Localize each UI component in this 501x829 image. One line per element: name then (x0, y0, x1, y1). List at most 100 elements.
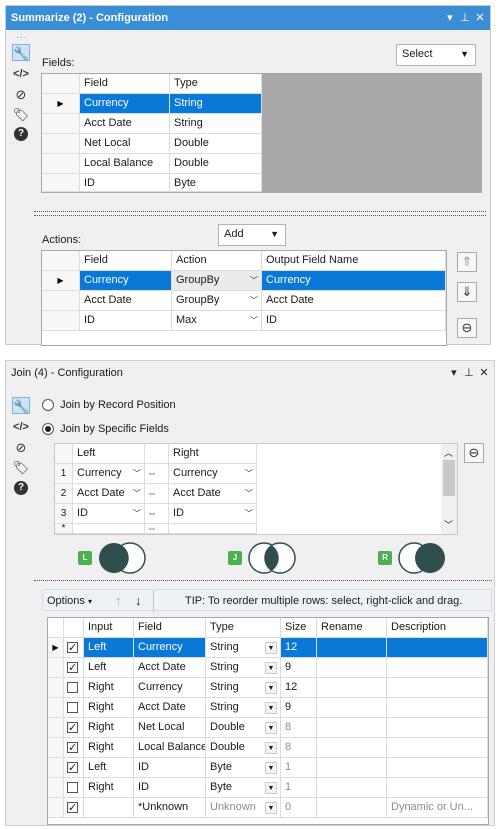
actions-cell-action[interactable]: Max ﹀ (172, 311, 262, 331)
output-cell-input[interactable]: Right (84, 678, 134, 698)
output-cell-type[interactable]: String ▼ (206, 638, 281, 658)
output-cell-field[interactable]: Local Balance (134, 738, 206, 758)
tag-icon[interactable]: 🏷 (12, 106, 30, 123)
output-select-checkbox[interactable] (64, 758, 84, 778)
output-cell-desc[interactable] (387, 738, 488, 758)
output-header-desc[interactable]: Description (387, 618, 488, 638)
output-cell-type[interactable]: String ▼ (206, 678, 281, 698)
join-header-left[interactable]: Left (73, 444, 145, 464)
join-grid-scrollbar[interactable]: ︿ ﹀ (441, 444, 457, 534)
fields-cell-field[interactable]: ID (80, 174, 170, 192)
output-cell-field[interactable]: ID (134, 758, 206, 778)
output-cell-size[interactable]: 9 (281, 658, 317, 678)
output-cell-input[interactable]: Left (84, 758, 134, 778)
output-cell-input[interactable]: Left (84, 638, 134, 658)
compass-icon[interactable]: ⊘ (12, 439, 30, 456)
output-cell-desc[interactable]: Dynamic or Un... (387, 798, 488, 818)
output-cell-field[interactable]: Acct Date (134, 698, 206, 718)
scroll-thumb[interactable] (443, 460, 455, 496)
join-left-select[interactable]: ﹀ (73, 524, 145, 534)
venn-join-output[interactable]: J (228, 541, 308, 575)
code-icon[interactable]: </> (12, 66, 30, 83)
output-cell-input[interactable]: Right (84, 778, 134, 798)
output-cell-field[interactable]: Acct Date (134, 658, 206, 678)
join-left-select[interactable]: Acct Date ﹀ (73, 484, 145, 504)
fields-cell-field[interactable]: Local Balance (80, 154, 170, 174)
output-cell-field[interactable]: *Unknown (134, 798, 206, 818)
join-right-select[interactable]: ID ﹀ (169, 504, 257, 524)
remove-button[interactable]: ⊖ (457, 318, 477, 338)
output-header-input[interactable]: Input (84, 618, 134, 638)
tag-icon[interactable]: 🏷 (12, 459, 30, 476)
dropdown-icon[interactable]: ▾ (444, 6, 456, 30)
output-cell-type[interactable]: String ▼ (206, 698, 281, 718)
output-cell-size[interactable]: 9 (281, 698, 317, 718)
swap-arrows-icon[interactable]: ⇔ (145, 524, 169, 534)
add-dropdown[interactable]: Add ▼ (218, 224, 286, 246)
join-right-select[interactable]: ﹀ (169, 524, 257, 534)
output-cell-type[interactable]: Byte ▼ (206, 758, 281, 778)
output-select-checkbox[interactable] (64, 718, 84, 738)
swap-arrows-icon[interactable]: ⇔ (145, 504, 169, 524)
move-up-arrow-icon[interactable]: ↑ (115, 590, 122, 612)
chevron-down-icon[interactable]: ▼ (265, 802, 277, 814)
fields-cell-type[interactable]: Double (170, 134, 262, 154)
output-cell-size[interactable]: 12 (281, 638, 317, 658)
output-cell-input[interactable]: Right (84, 718, 134, 738)
output-cell-size[interactable]: 1 (281, 778, 317, 798)
scroll-down-icon[interactable]: ﹀ (444, 518, 453, 531)
actions-header-field[interactable]: Field (80, 251, 172, 271)
output-cell-type[interactable]: Unknown ▼ (206, 798, 281, 818)
move-up-button[interactable]: ⇑ (457, 252, 477, 272)
pin-icon[interactable]: ⊥ (463, 361, 475, 385)
output-cell-desc[interactable] (387, 758, 488, 778)
fields-cell-type[interactable]: String (170, 94, 262, 114)
output-select-checkbox[interactable] (64, 678, 84, 698)
fields-cell-type[interactable]: String (170, 114, 262, 134)
output-header-rename[interactable]: Rename (317, 618, 387, 638)
output-select-checkbox[interactable] (64, 798, 84, 818)
output-cell-desc[interactable] (387, 638, 488, 658)
actions-cell-action[interactable]: GroupBy ﹀ (172, 271, 262, 291)
chevron-down-icon[interactable]: ▼ (265, 682, 277, 694)
output-cell-rename[interactable] (317, 638, 387, 658)
splitter-handle[interactable] (34, 580, 492, 584)
help-icon[interactable]: ? (14, 127, 28, 141)
output-cell-rename[interactable] (317, 678, 387, 698)
actions-cell-action[interactable]: GroupBy ﹀ (172, 291, 262, 311)
output-cell-type[interactable]: Byte ▼ (206, 778, 281, 798)
fields-cell-field[interactable]: Currency (80, 94, 170, 114)
swap-arrows-icon[interactable]: ⇔ (145, 484, 169, 504)
venn-left-output[interactable]: L (78, 541, 158, 575)
output-cell-type[interactable]: Double ▼ (206, 718, 281, 738)
chevron-down-icon[interactable]: ▼ (265, 642, 277, 654)
compass-icon[interactable]: ⊘ (12, 86, 30, 103)
output-cell-rename[interactable] (317, 798, 387, 818)
pin-icon[interactable]: ⊥ (459, 6, 471, 30)
join-left-select[interactable]: ID ﹀ (73, 504, 145, 524)
output-select-checkbox[interactable] (64, 698, 84, 718)
output-cell-size[interactable]: 0 (281, 798, 317, 818)
output-select-checkbox[interactable] (64, 738, 84, 758)
output-cell-input[interactable]: Left (84, 658, 134, 678)
output-cell-input[interactable] (84, 798, 134, 818)
output-select-checkbox[interactable] (64, 778, 84, 798)
fields-cell-type[interactable]: Byte (170, 174, 262, 192)
output-cell-size[interactable]: 8 (281, 738, 317, 758)
move-down-arrow-icon[interactable]: ↓ (135, 590, 142, 612)
actions-cell-field[interactable]: Currency (80, 271, 172, 291)
wrench-icon[interactable]: 🔧 (12, 397, 30, 414)
swap-arrows-icon[interactable]: ⇔ (145, 464, 169, 484)
actions-header-output[interactable]: Output Field Name (262, 251, 446, 271)
join-left-select[interactable]: Currency ﹀ (73, 464, 145, 484)
output-cell-rename[interactable] (317, 738, 387, 758)
output-header-type[interactable]: Type (206, 618, 281, 638)
output-cell-field[interactable]: Currency (134, 638, 206, 658)
radio-record-position[interactable]: Join by Record Position (42, 397, 176, 413)
output-header-size[interactable]: Size (281, 618, 317, 638)
select-dropdown[interactable]: Select ▼ (396, 44, 476, 66)
output-cell-input[interactable]: Right (84, 698, 134, 718)
remove-join-button[interactable]: ⊖ (464, 443, 484, 463)
actions-cell-output[interactable]: Acct Date (262, 291, 446, 311)
output-cell-field[interactable]: ID (134, 778, 206, 798)
